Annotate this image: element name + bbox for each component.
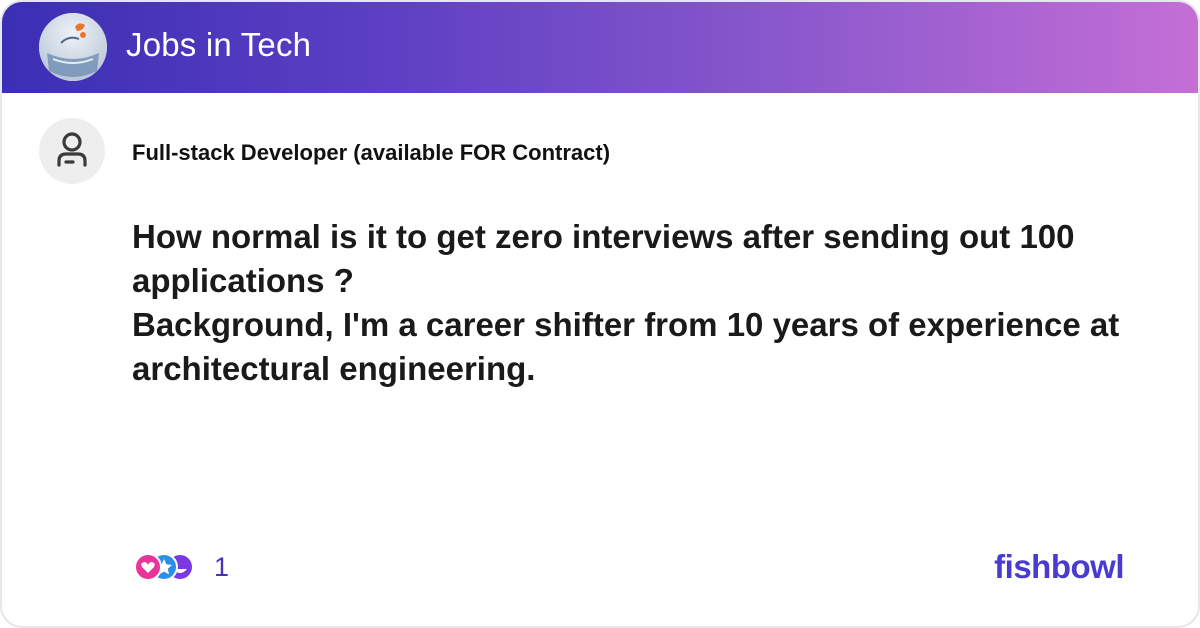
user-icon [39,118,105,184]
fishbowl-logo[interactable]: fishbowl [994,548,1124,586]
post-body: How normal is it to get zero interviews … [132,215,1152,391]
author-name: Full-stack Developer (available FOR Cont… [132,140,611,165]
post-body-line: Background, I'm a career shifter from 10… [132,306,1120,343]
post-card[interactable]: Jobs in Tech Full-stack Developer (avail… [0,0,1200,628]
post-body-line: applications ? [132,262,354,299]
reaction-icons[interactable] [132,551,202,583]
bowl-header: Jobs in Tech [2,2,1198,93]
post-body-line: How normal is it to get zero interviews … [132,218,1075,255]
reaction-count[interactable]: 1 [214,552,229,583]
bowl-avatar-icon[interactable] [39,13,107,81]
post-body-line: architectural engineering. [132,350,536,387]
heart-reaction-icon [134,553,162,581]
bowl-title[interactable]: Jobs in Tech [126,26,311,64]
